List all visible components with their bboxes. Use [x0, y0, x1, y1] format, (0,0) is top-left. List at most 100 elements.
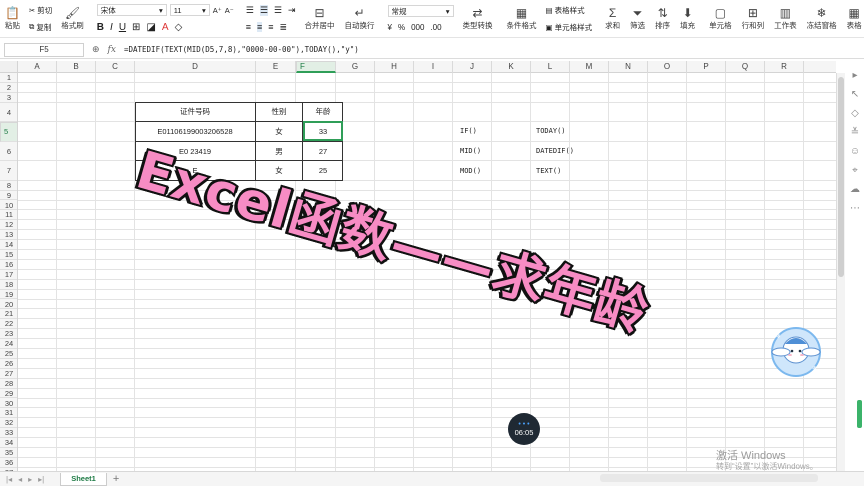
column-header-k[interactable]: K [492, 61, 531, 73]
conditional-format-button[interactable]: ▦ 条件格式 [502, 0, 542, 37]
row-header-13[interactable]: 13 [0, 230, 17, 241]
align-center-icon[interactable]: ≡ [257, 22, 263, 32]
font-size-select[interactable]: 11 ▾ [169, 4, 210, 16]
worksheet-button[interactable]: ▥ 工作表 [769, 0, 802, 37]
table-header-cell[interactable]: 证件号码 [135, 102, 256, 122]
row-header-36[interactable]: 36 [0, 458, 17, 468]
column-header-q[interactable]: Q [726, 61, 765, 73]
sort-button[interactable]: ⇅ 排序 [650, 0, 675, 37]
table-tools-button[interactable]: ▦ 表格 [842, 0, 864, 37]
format-painter-button[interactable]: 🖌 格式刷 [56, 0, 89, 37]
scroll-thumb[interactable] [838, 77, 844, 277]
next-sheet-icon[interactable]: ▸ [28, 475, 32, 484]
row-header-35[interactable]: 35 [0, 448, 17, 458]
row-header-20[interactable]: 20 [0, 300, 17, 310]
row-header-27[interactable]: 27 [0, 369, 17, 379]
table-cell[interactable]: E [135, 161, 256, 181]
fx-icon[interactable]: fx [108, 45, 116, 55]
cell-button[interactable]: ▢ 单元格 [704, 0, 737, 37]
row-header-9[interactable]: 9 [0, 191, 17, 201]
select-all-corner[interactable] [0, 61, 18, 73]
user-icon[interactable]: ☺ [850, 146, 860, 157]
row-col-button[interactable]: ⊞ 行和列 [737, 0, 770, 37]
table-cell[interactable]: 女 [256, 122, 303, 142]
formula-input[interactable]: =DATEDIF(TEXT(MID(D5,7,8),"0000-00-00"),… [124, 45, 359, 54]
column-header-r[interactable]: R [765, 61, 804, 73]
column-header-g[interactable]: G [336, 61, 375, 73]
location-icon[interactable]: ⌖ [852, 165, 858, 176]
italic-icon[interactable]: I [110, 22, 113, 33]
tab-sheet1[interactable]: Sheet1 [60, 472, 107, 486]
column-header-i[interactable]: I [414, 61, 453, 73]
table-cell[interactable]: 27 [303, 142, 343, 161]
more-icon[interactable]: ⋯ [850, 203, 860, 214]
freeze-panes-button[interactable]: ❄ 冻结窗格 [802, 0, 842, 37]
vertical-scrollbar[interactable] [836, 73, 845, 471]
tune-icon[interactable]: ≚ [851, 127, 859, 138]
distributed-icon[interactable]: ≣ [280, 22, 288, 33]
horizontal-scrollbar[interactable] [600, 474, 818, 482]
row-header-10[interactable]: 10 [0, 201, 17, 211]
font-name-select[interactable]: 宋体 ▾ [96, 4, 167, 16]
indent-icon[interactable]: ⇥ [288, 5, 296, 16]
row-header-21[interactable]: 21 [0, 309, 17, 320]
bold-icon[interactable]: B [97, 22, 104, 33]
column-header-e[interactable]: E [256, 61, 296, 73]
wrap-text-button[interactable]: ↵ 自动换行 [340, 0, 380, 37]
row-header-6[interactable]: 6 [0, 142, 17, 162]
column-header-a[interactable]: A [18, 61, 57, 73]
cursor-icon[interactable]: ↖ [851, 89, 859, 100]
cell-j5[interactable]: IF() [460, 127, 477, 135]
row-header-31[interactable]: 31 [0, 408, 17, 419]
row-header-3[interactable]: 3 [0, 93, 17, 103]
row-header-22[interactable]: 22 [0, 319, 17, 330]
row-header-25[interactable]: 25 [0, 349, 17, 359]
row-header-15[interactable]: 15 [0, 250, 17, 260]
name-box[interactable]: F5 [4, 42, 84, 57]
percent-icon[interactable]: % [398, 23, 405, 32]
column-header-p[interactable]: P [687, 61, 726, 73]
table-cell[interactable]: 男 [256, 142, 303, 161]
row-header-2[interactable]: 2 [0, 83, 17, 93]
first-sheet-icon[interactable]: |◂ [6, 475, 12, 484]
row-header-12[interactable]: 12 [0, 220, 17, 231]
shape-icon[interactable]: ◇ [851, 108, 859, 119]
row-header-30[interactable]: 30 [0, 399, 17, 409]
cell-l6[interactable]: DATEDIF() [536, 147, 574, 155]
fill-button[interactable]: ⬇ 填充 [675, 0, 700, 37]
column-header-c[interactable]: C [96, 61, 135, 73]
row-header-16[interactable]: 16 [0, 260, 17, 270]
currency-icon[interactable]: ¥ [388, 23, 392, 32]
align-bottom-icon[interactable]: ☰ [274, 5, 282, 16]
add-sheet-icon[interactable]: + [113, 473, 119, 485]
row-header-8[interactable]: 8 [0, 181, 17, 191]
sidebar-toggle-icon[interactable]: ▸ [852, 70, 857, 81]
table-style-button[interactable]: ▤ 表格样式 [546, 5, 593, 16]
row-header-33[interactable]: 33 [0, 428, 17, 439]
cell-grid[interactable]: 证件号码 性别 年龄 E0110619900320652​8 女 33 E0 23419 男 2… [18, 73, 836, 471]
cell-j7[interactable]: MOD() [460, 167, 481, 175]
type-convert-button[interactable]: ⇄ 类型转换 [458, 0, 498, 37]
row-header-14[interactable]: 14 [0, 240, 17, 250]
row-header-23[interactable]: 23 [0, 329, 17, 340]
table-cell[interactable]: E0110619900320652​8 [135, 122, 256, 142]
column-header-m[interactable]: M [570, 61, 609, 73]
cell-style-button[interactable]: ▣ 单元格样式 [546, 22, 593, 33]
cut-button[interactable]: ✂ 剪切 [29, 5, 52, 16]
column-header-o[interactable]: O [648, 61, 687, 73]
align-left-icon[interactable]: ≡ [246, 22, 251, 32]
recording-timer[interactable]: • • • 06:05 [508, 413, 540, 445]
underline-icon[interactable]: U [119, 22, 126, 33]
table-header-cell[interactable]: 性别 [256, 102, 303, 122]
row-header-28[interactable]: 28 [0, 379, 17, 389]
last-sheet-icon[interactable]: ▸| [38, 475, 44, 484]
clear-icon[interactable]: ◇ [175, 22, 183, 33]
cloud-icon[interactable]: ☁ [850, 184, 860, 195]
font-grow-icon[interactable]: A⁺ [213, 4, 222, 16]
row-header-11[interactable]: 11 [0, 210, 17, 221]
row-header-29[interactable]: 29 [0, 389, 17, 399]
align-middle-icon[interactable]: ☰ [259, 4, 268, 16]
row-header-32[interactable]: 32 [0, 418, 17, 429]
merge-center-button[interactable]: ⊟ 合并居中 [300, 0, 340, 37]
thousands-icon[interactable]: 000 [411, 23, 424, 32]
